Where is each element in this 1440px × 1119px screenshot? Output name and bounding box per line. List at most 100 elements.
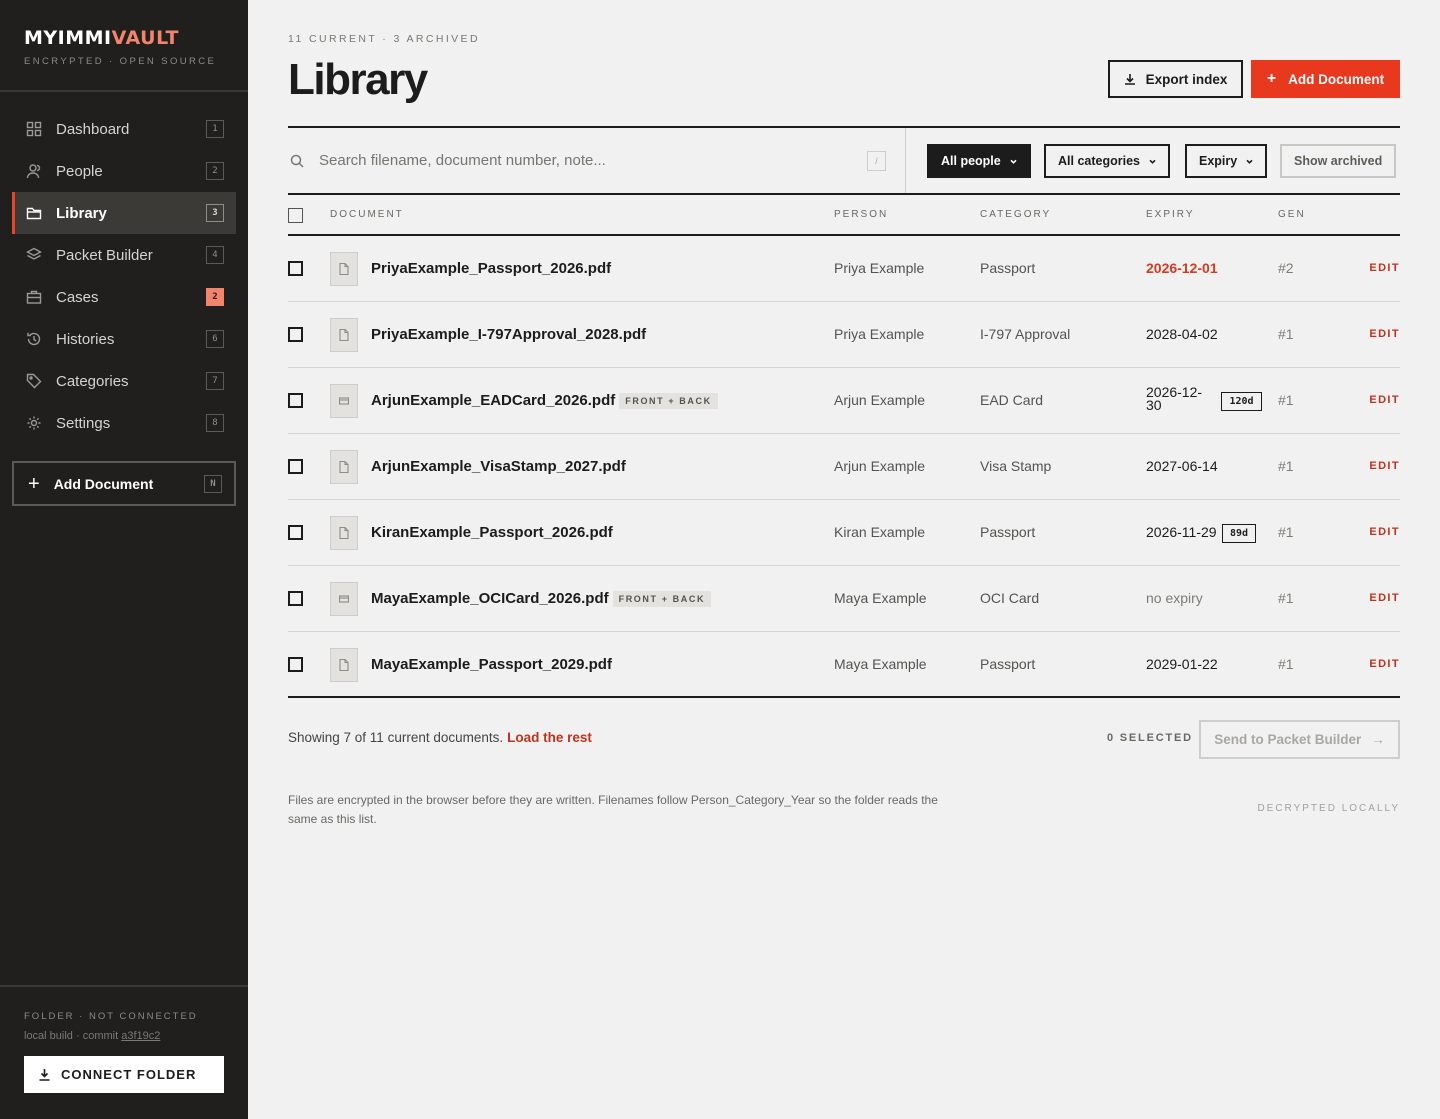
- file-name[interactable]: PriyaExample_I-797Approval_2028.pdf: [371, 326, 646, 343]
- table-row[interactable]: KiranExample_Passport_2026.pdf Kiran Exa…: [288, 500, 1400, 566]
- row-checkbox[interactable]: [288, 327, 303, 342]
- person-cell: Arjun Example: [834, 458, 926, 474]
- people-filter-dropdown[interactable]: All people: [927, 144, 1031, 178]
- file-name[interactable]: ArjunExample_EADCard_2026.pdf FRONT + BAC…: [371, 392, 718, 409]
- category-filter-dropdown[interactable]: All categories: [1044, 144, 1170, 178]
- row-checkbox[interactable]: [288, 459, 303, 474]
- file-name-text: KiranExample_Passport_2026.pdf: [371, 524, 613, 541]
- gen-cell: #1: [1278, 524, 1294, 540]
- file-name[interactable]: ArjunExample_VisaStamp_2027.pdf: [371, 458, 626, 475]
- card-icon: [330, 582, 358, 616]
- shortcut-key: 4: [206, 246, 224, 264]
- sidebar-item-histories[interactable]: Histories 6: [12, 318, 236, 360]
- send-to-packet-builder-button[interactable]: Send to Packet Builder →: [1199, 720, 1400, 759]
- file-name-text: ArjunExample_VisaStamp_2027.pdf: [371, 458, 626, 475]
- file-name[interactable]: PriyaExample_Passport_2026.pdf: [371, 260, 611, 277]
- expiry-cell: 2028-04-02: [1146, 326, 1218, 342]
- connect-folder-label: CONNECT FOLDER: [61, 1067, 197, 1082]
- row-checkbox[interactable]: [288, 525, 303, 540]
- sidebar-item-label: Dashboard: [56, 120, 130, 138]
- edit-link[interactable]: EDIT: [1369, 592, 1400, 604]
- table-row[interactable]: ArjunExample_EADCard_2026.pdf FRONT + BAC…: [288, 368, 1400, 434]
- sidebar-item-categories[interactable]: Categories 7: [12, 360, 236, 402]
- table-row[interactable]: PriyaExample_Passport_2026.pdf Priya Exa…: [288, 236, 1400, 302]
- export-index-button[interactable]: Export index: [1108, 60, 1243, 98]
- person-cell: Priya Example: [834, 260, 925, 276]
- plus-icon: +: [1266, 70, 1277, 87]
- table-row[interactable]: ArjunExample_VisaStamp_2027.pdf Arjun Ex…: [288, 434, 1400, 500]
- sidebar-item-cases[interactable]: Cases 2: [12, 276, 236, 318]
- column-header-person[interactable]: PERSON: [834, 209, 888, 220]
- table-footer: Showing 7 of 11 current documents. Load t…: [288, 720, 1400, 760]
- search-shortcut-key: /: [867, 151, 886, 171]
- select-all-checkbox[interactable]: [288, 208, 303, 223]
- add-document-button[interactable]: + Add Document: [1251, 60, 1400, 98]
- sidebar-item-label: People: [56, 162, 103, 180]
- sidebar-item-packet-builder[interactable]: Packet Builder 4: [12, 234, 236, 276]
- showing-text: Showing 7 of 11 current documents.: [288, 730, 504, 745]
- column-header-gen[interactable]: GEN: [1278, 209, 1306, 220]
- column-header-category[interactable]: CATEGORY: [980, 209, 1051, 220]
- tag-icon: [26, 373, 42, 389]
- edit-link[interactable]: EDIT: [1369, 526, 1400, 538]
- file-name[interactable]: KiranExample_Passport_2026.pdf: [371, 524, 613, 541]
- expiry-cell: 2029-01-22: [1146, 656, 1218, 672]
- file-name[interactable]: MayaExample_Passport_2029.pdf: [371, 656, 612, 673]
- download-icon: [1124, 74, 1135, 85]
- edit-link[interactable]: EDIT: [1369, 658, 1400, 670]
- sidebar-item-label: Settings: [56, 414, 111, 432]
- table-row[interactable]: PriyaExample_I-797Approval_2028.pdf Priy…: [288, 302, 1400, 368]
- edit-link[interactable]: EDIT: [1369, 328, 1400, 340]
- sidebar-item-settings[interactable]: Settings 8: [12, 402, 236, 444]
- selected-count: 0 SELECTED: [1107, 732, 1193, 744]
- row-checkbox[interactable]: [288, 393, 303, 408]
- days-remaining-badge: 120d: [1221, 392, 1262, 411]
- row-checkbox[interactable]: [288, 261, 303, 276]
- row-checkbox[interactable]: [288, 657, 303, 672]
- connect-folder-button[interactable]: CONNECT FOLDER: [24, 1056, 224, 1093]
- sidebar-item-label: Histories: [56, 330, 115, 348]
- expiry-filter-dropdown[interactable]: Expiry: [1185, 144, 1268, 178]
- decrypted-status: DECRYPTED LOCALLY: [1257, 803, 1400, 814]
- category-cell: Passport: [980, 656, 1036, 672]
- file-name[interactable]: MayaExample_OCICard_2026.pdf FRONT + BACK: [371, 590, 712, 607]
- sidebar-add-document-button[interactable]: + Add Document N: [12, 461, 236, 506]
- category-cell: Passport: [980, 524, 1036, 540]
- commit-link[interactable]: a3f19c2: [121, 1030, 160, 1042]
- edit-link[interactable]: EDIT: [1369, 262, 1400, 274]
- show-archived-label: Show archived: [1294, 154, 1383, 168]
- table-row[interactable]: MayaExample_Passport_2029.pdf Maya Examp…: [288, 632, 1400, 698]
- sidebar-item-label: Cases: [56, 288, 99, 306]
- search-input[interactable]: [319, 152, 839, 169]
- expiry-cell: 2026-12-30: [1146, 384, 1203, 413]
- documents-table: DOCUMENT PERSON CATEGORY EXPIRY GEN Priy…: [288, 195, 1400, 698]
- person-cell: Arjun Example: [834, 392, 926, 408]
- brand-name-accent: VAULT: [111, 27, 180, 49]
- column-header-document[interactable]: DOCUMENT: [330, 209, 404, 220]
- history-icon: [26, 331, 42, 347]
- shortcut-key: 6: [206, 330, 224, 348]
- file-name-text: PriyaExample_I-797Approval_2028.pdf: [371, 326, 647, 343]
- sidebar-item-people[interactable]: People 2: [12, 150, 236, 192]
- load-rest-link[interactable]: Load the rest: [507, 730, 592, 745]
- sidebar-item-label: Packet Builder: [56, 246, 153, 264]
- column-header-expiry[interactable]: EXPIRY: [1146, 209, 1195, 220]
- sidebar-item-library[interactable]: Library 3: [12, 192, 236, 234]
- brand-logo[interactable]: MYIMMIVAULT: [24, 27, 224, 49]
- show-archived-toggle[interactable]: Show archived: [1280, 144, 1397, 178]
- edit-link[interactable]: EDIT: [1369, 394, 1400, 406]
- sidebar-item-label: Library: [56, 204, 107, 222]
- sidebar-item-dashboard[interactable]: Dashboard 1: [12, 108, 236, 150]
- table-row[interactable]: MayaExample_OCICard_2026.pdf FRONT + BACK…: [288, 566, 1400, 632]
- person-cell: Maya Example: [834, 656, 927, 672]
- add-document-label: Add Document: [53, 475, 154, 492]
- file-name-text: MayaExample_OCICard_2026.pdf: [371, 590, 609, 607]
- brand-name-main: MYIMMI: [24, 27, 112, 49]
- file-icon: [330, 252, 358, 286]
- file-icon: [330, 516, 358, 550]
- edit-link[interactable]: EDIT: [1369, 460, 1400, 472]
- page-title: Library: [288, 55, 428, 104]
- gear-icon: [26, 415, 42, 431]
- row-checkbox[interactable]: [288, 591, 303, 606]
- category-cell: I-797 Approval: [980, 326, 1071, 342]
